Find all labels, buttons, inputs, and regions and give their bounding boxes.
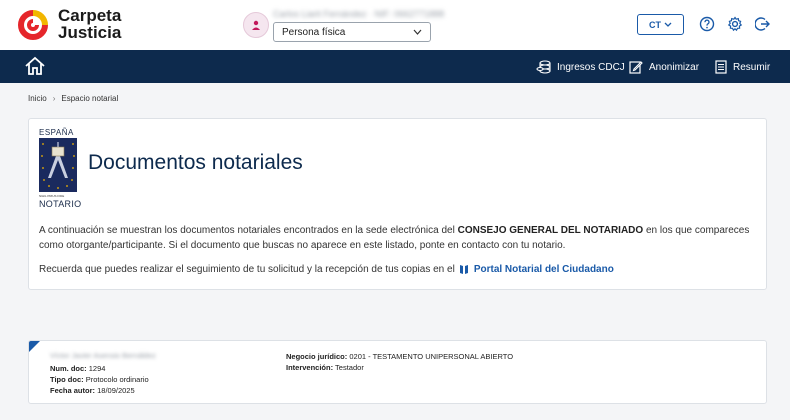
chevron-down-icon: [413, 29, 422, 35]
document-date-label: Fecha autor:: [50, 386, 96, 395]
notarial-documents-card: ESPAÑA NIHIL PRIUS FIDE NOTARIO Document…: [28, 118, 767, 290]
document-holder-name: Víctor Javier Asensio Bernáldez: [50, 351, 156, 360]
nav-anonimizar-label: Anonimizar: [649, 61, 700, 73]
profile-select[interactable]: Persona física: [273, 22, 431, 42]
nav-ingresos-cdcj-label: Ingresos CDCJ: [557, 61, 625, 73]
profile-select-value: Persona física: [282, 26, 346, 38]
help-icon[interactable]: [699, 16, 715, 32]
home-icon[interactable]: [24, 56, 46, 76]
notary-logo-motto: NIHIL PRIUS FIDE: [39, 194, 65, 198]
document-date-value: 18/09/2025: [97, 386, 135, 395]
page-title: Documentos notariales: [88, 151, 303, 174]
document-business-label: Negocio jurídico:: [286, 352, 348, 361]
document-intervention-label: Intervención:: [286, 363, 334, 372]
coins-icon: [536, 60, 551, 74]
breadcrumb-home[interactable]: Inicio: [28, 94, 47, 103]
notary-logo-bottom: NOTARIO: [39, 199, 82, 209]
tracking-paragraph: Recuerda que puedes realizar el seguimie…: [39, 264, 759, 275]
language-button[interactable]: CT: [637, 14, 684, 35]
portal-notarial-link-label: Portal Notarial del Ciudadano: [473, 264, 614, 275]
main-navbar: Ingresos CDCJ Anonimizar Resumir: [0, 50, 790, 83]
portal-notarial-link[interactable]: Portal Notarial del Ciudadano: [459, 264, 614, 275]
intro-text-before: A continuación se muestran los documento…: [39, 225, 458, 236]
intro-paragraph: A continuación se muestran los documento…: [39, 223, 759, 253]
logo-line2: Justicia: [58, 23, 122, 42]
logout-icon[interactable]: [755, 16, 771, 32]
book-icon: [459, 265, 468, 274]
settings-icon[interactable]: [727, 16, 743, 32]
document-business: Negocio jurídico: 0201 - TESTAMENTO UNIP…: [286, 352, 513, 361]
document-intervention: Intervención: Testador: [286, 363, 364, 372]
logo-line1: Carpeta: [58, 6, 122, 25]
nav-resumir[interactable]: Resumir: [715, 59, 770, 75]
notary-logo-top: ESPAÑA: [39, 128, 74, 137]
breadcrumb-separator-icon: ›: [52, 94, 56, 103]
document-list-item[interactable]: Víctor Javier Asensio Bernáldez Num. doc…: [28, 340, 767, 404]
notariado-logo: ESPAÑA NIHIL PRIUS FIDE NOTARIO: [39, 128, 82, 209]
document-corner-marker: [29, 341, 40, 352]
document-type: Tipo doc: Protocolo ordinario: [50, 375, 149, 384]
document-type-label: Tipo doc:: [50, 375, 84, 384]
notary-seal-icon: [39, 138, 77, 192]
document-intervention-value: Testador: [335, 363, 364, 372]
intro-text-bold: CONSEJO GENERAL DEL NOTARIADO: [457, 225, 644, 236]
breadcrumb-current: Espacio notarial: [61, 94, 119, 103]
nav-resumir-label: Resumir: [733, 61, 771, 73]
user-icon: [252, 20, 260, 30]
user-name: Carlos Liarit Fernández · NIF: 066277188…: [273, 9, 445, 19]
document-type-value: Protocolo ordinario: [85, 375, 149, 384]
language-label: CT: [649, 19, 661, 30]
carpeta-justicia-logo[interactable]: Carpeta Justicia: [18, 6, 158, 46]
document-num: Num. doc: 1294: [50, 364, 105, 373]
user-avatar[interactable]: [243, 12, 269, 38]
nav-anonimizar[interactable]: Anonimizar: [629, 59, 699, 75]
document-num-value: 1294: [88, 364, 106, 373]
document-business-value: 0201 - TESTAMENTO UNIPERSONAL ABIERTO: [349, 352, 514, 361]
logo-text: Carpeta Justicia: [58, 7, 121, 41]
tracking-text: Recuerda que puedes realizar el seguimie…: [39, 264, 455, 275]
breadcrumb: Inicio › Espacio notarial: [28, 94, 118, 103]
top-header: Carpeta Justicia Carlos Liarit Fernández…: [0, 0, 790, 50]
edit-document-icon: [629, 61, 643, 74]
chevron-down-icon: [664, 22, 672, 27]
nav-ingresos-cdcj[interactable]: Ingresos CDCJ: [536, 59, 625, 75]
document-num-label: Num. doc:: [50, 364, 87, 373]
logo-mark-icon: [18, 10, 48, 40]
list-document-icon: [715, 60, 727, 74]
document-date: Fecha autor: 18/09/2025: [50, 386, 135, 395]
